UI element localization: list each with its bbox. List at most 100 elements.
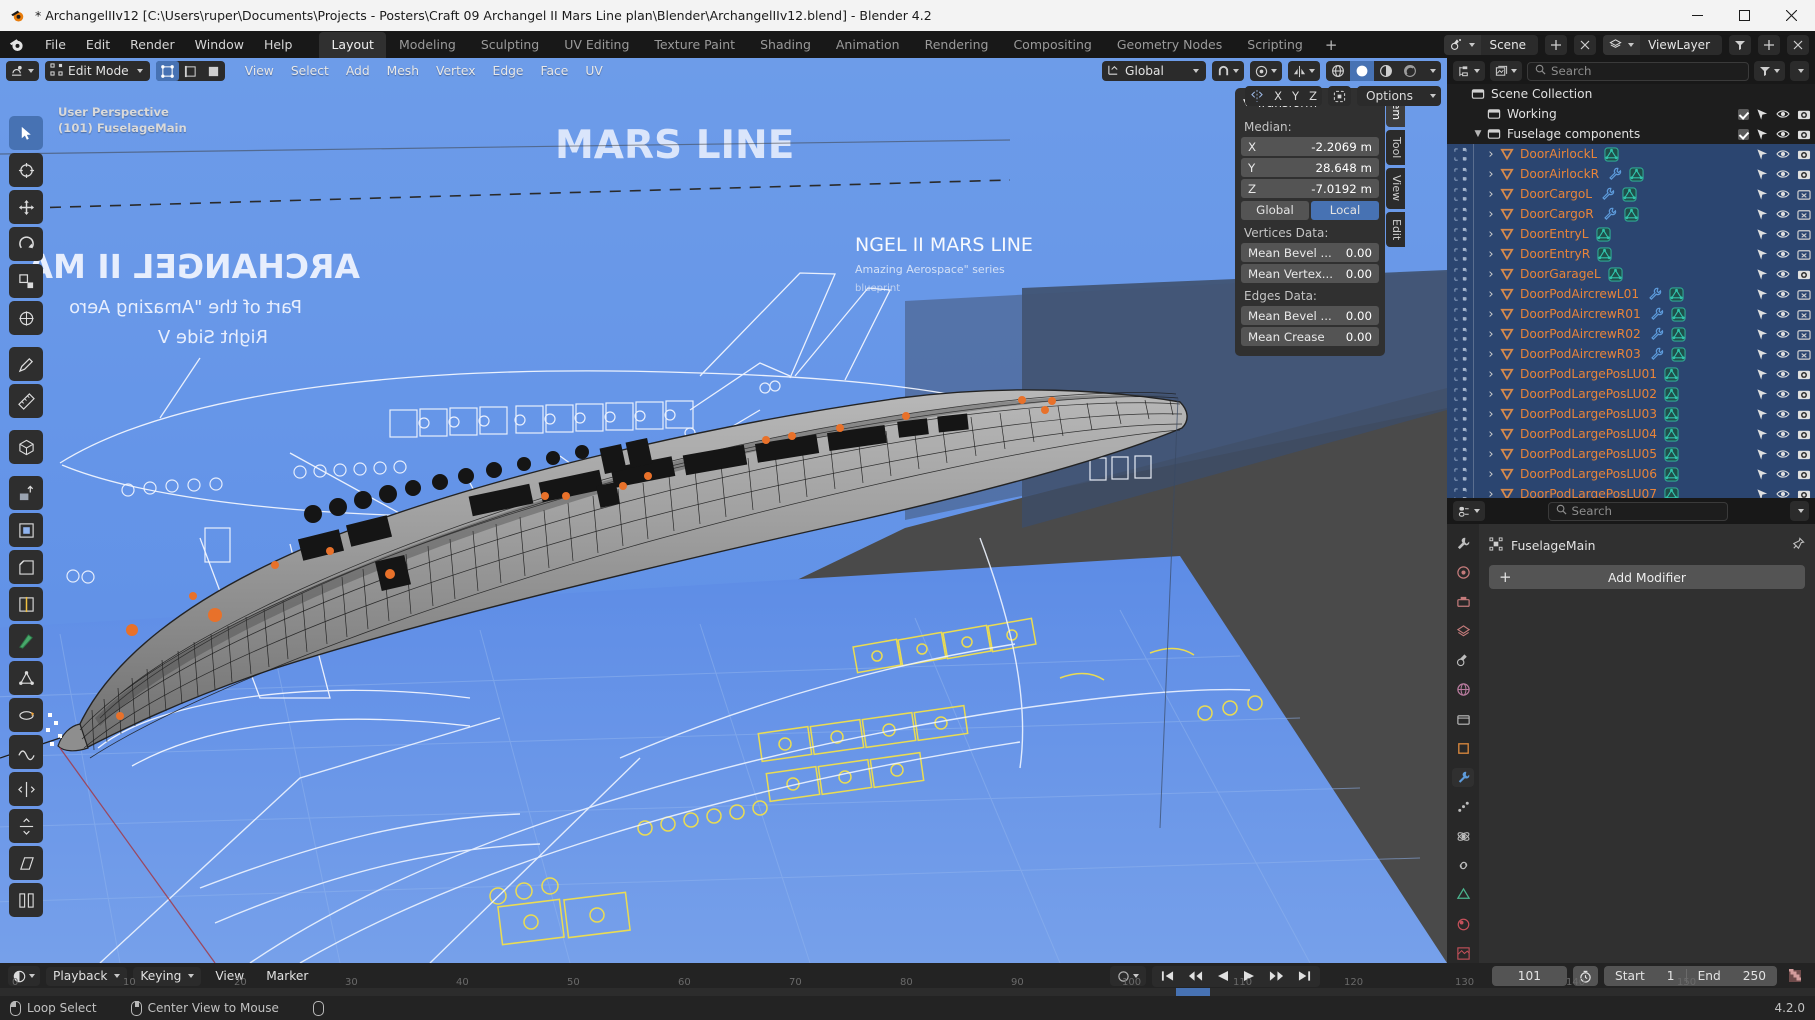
- collection-checkbox[interactable]: [1738, 108, 1749, 120]
- tab-tool-properties[interactable]: [1452, 534, 1474, 553]
- sidebar-tab-view[interactable]: View: [1386, 168, 1405, 209]
- editor-type-selector[interactable]: [6, 61, 39, 81]
- menu-render[interactable]: Render: [121, 34, 184, 55]
- timeline-menu-marker[interactable]: Marker: [258, 967, 316, 985]
- disclosure-collapsed-icon[interactable]: ›: [1484, 287, 1498, 302]
- restrict-viewport-eye-icon[interactable]: [1776, 168, 1790, 180]
- restrict-viewport-eye-icon[interactable]: [1776, 388, 1790, 400]
- disclosure-collapsed-icon[interactable]: ›: [1484, 187, 1498, 202]
- tool-loop-cut[interactable]: [9, 587, 43, 621]
- restrict-select-icon[interactable]: [1756, 328, 1769, 341]
- viewport-menu-add[interactable]: Add: [338, 61, 378, 81]
- tool-extrude-region[interactable]: [9, 476, 43, 510]
- timeline-ruler[interactable]: 0 10 20 30 40 50 60 70 80 90 100 110 120 130 140 150: [0, 977, 1815, 996]
- disclosure-collapsed-icon[interactable]: ›: [1484, 167, 1498, 182]
- outliner-filter-icon[interactable]: [1754, 61, 1785, 81]
- restrict-select-icon[interactable]: [1756, 428, 1769, 441]
- restrict-select-icon[interactable]: [1756, 188, 1769, 201]
- scene-selector[interactable]: Scene: [1444, 34, 1539, 55]
- keying-menu[interactable]: Keying: [133, 966, 202, 986]
- restrict-render-camera-icon[interactable]: [1797, 368, 1811, 381]
- snap-magnet-icon[interactable]: [1212, 61, 1244, 81]
- outliner-object-row[interactable]: › DoorEntryR: [1447, 244, 1815, 264]
- tool-poly-build[interactable]: [9, 661, 43, 695]
- vertex-select-mode-icon[interactable]: [155, 61, 179, 81]
- mesh-data-icon[interactable]: [1664, 466, 1679, 482]
- sidebar-tab-tool[interactable]: Tool: [1386, 130, 1405, 166]
- restrict-select-icon[interactable]: [1756, 168, 1769, 181]
- pin-id-icon[interactable]: [1791, 536, 1805, 554]
- disclosure-collapsed-icon[interactable]: ›: [1484, 387, 1498, 402]
- outliner-object-row[interactable]: › DoorAirlockR: [1447, 164, 1815, 184]
- properties-search-input[interactable]: Search: [1547, 501, 1728, 521]
- remove-viewlayer-button[interactable]: [1787, 34, 1809, 55]
- restrict-viewport-eye-icon[interactable]: [1776, 148, 1790, 160]
- workspace-tab-texture-paint[interactable]: Texture Paint: [642, 32, 747, 58]
- workspace-tab-rendering[interactable]: Rendering: [913, 32, 1001, 58]
- restrict-render-camera-icon[interactable]: [1797, 408, 1811, 421]
- tab-world-properties[interactable]: [1452, 680, 1474, 699]
- mode-selector[interactable]: Edit Mode: [45, 61, 150, 81]
- mean-crease-field[interactable]: Mean Crease 0.00: [1241, 327, 1379, 346]
- tool-select-box[interactable]: [9, 153, 43, 187]
- restrict-viewport-eye-icon[interactable]: [1776, 308, 1790, 320]
- shading-dropdown-icon[interactable]: [1422, 61, 1441, 81]
- restrict-select-icon[interactable]: [1756, 288, 1769, 301]
- modifier-icon[interactable]: [1650, 327, 1664, 341]
- workspace-tab-shading[interactable]: Shading: [748, 32, 823, 58]
- disclosure-collapsed-icon[interactable]: ›: [1484, 347, 1498, 362]
- viewport-menu-uv[interactable]: UV: [577, 61, 610, 81]
- tool-knife[interactable]: [9, 624, 43, 658]
- outliner-object-row[interactable]: › DoorEntryL: [1447, 224, 1815, 244]
- restrict-render-camera-disabled-icon[interactable]: [1797, 348, 1811, 361]
- restrict-viewport-eye-icon[interactable]: [1776, 468, 1790, 480]
- tool-edge-slide[interactable]: [9, 772, 43, 806]
- disclosure-collapsed-icon[interactable]: ›: [1484, 487, 1498, 499]
- mirror-icon[interactable]: [1288, 61, 1320, 81]
- mesh-select-mode-group[interactable]: [155, 61, 225, 81]
- restrict-viewport-eye-icon[interactable]: [1776, 428, 1790, 440]
- outliner-object-row[interactable]: › DoorCargoL: [1447, 184, 1815, 204]
- restrict-render-camera-disabled-icon[interactable]: [1797, 208, 1811, 221]
- restrict-render-camera-icon[interactable]: [1797, 108, 1811, 121]
- workspace-tab-sculpting[interactable]: Sculpting: [469, 32, 551, 58]
- restrict-viewport-eye-icon[interactable]: [1776, 348, 1790, 360]
- modifier-icon[interactable]: [1603, 207, 1617, 221]
- tool-annotate[interactable]: [9, 347, 43, 381]
- tool-transform[interactable]: [9, 301, 43, 335]
- restrict-viewport-eye-icon[interactable]: [1776, 288, 1790, 300]
- restrict-select-icon[interactable]: [1756, 108, 1769, 121]
- viewlayer-selector[interactable]: ViewLayer: [1603, 34, 1722, 55]
- restrict-select-icon[interactable]: [1756, 248, 1769, 261]
- viewport-menu-edge[interactable]: Edge: [485, 61, 532, 81]
- restrict-render-camera-icon[interactable]: [1797, 168, 1811, 181]
- outliner-options-chevron-icon[interactable]: [1790, 61, 1809, 81]
- disclosure-collapsed-icon[interactable]: ›: [1484, 247, 1498, 262]
- disclosure-collapsed-icon[interactable]: ›: [1484, 467, 1498, 482]
- restrict-render-camera-icon[interactable]: [1797, 148, 1811, 161]
- outliner-object-row[interactable]: › DoorPodAircrewR02: [1447, 324, 1815, 344]
- outliner-object-row[interactable]: › DoorAirlockL: [1447, 144, 1815, 164]
- viewport-menu-view[interactable]: View: [237, 61, 282, 81]
- viewport-options-dropdown[interactable]: Options: [1356, 86, 1441, 106]
- disclosure-collapsed-icon[interactable]: ›: [1484, 227, 1498, 242]
- modifier-icon[interactable]: [1608, 167, 1622, 181]
- tool-shrink-fatten[interactable]: [9, 809, 43, 843]
- new-viewlayer-button[interactable]: [1758, 34, 1780, 55]
- outliner-object-row[interactable]: › DoorPodLargePosLU04: [1447, 424, 1815, 444]
- outliner-search-input[interactable]: Search: [1527, 61, 1749, 81]
- options-label[interactable]: Options: [1357, 86, 1422, 106]
- outliner-object-row[interactable]: › DoorPodLargePosLU03: [1447, 404, 1815, 424]
- tab-collection-properties[interactable]: [1452, 710, 1474, 729]
- restrict-select-icon[interactable]: [1756, 148, 1769, 161]
- viewport-menu-select[interactable]: Select: [283, 61, 337, 81]
- restrict-select-icon[interactable]: [1756, 308, 1769, 321]
- disclosure-expanded-icon[interactable]: ▼: [1471, 129, 1485, 139]
- disclosure-collapsed-icon[interactable]: ›: [1484, 147, 1498, 162]
- restrict-viewport-eye-icon[interactable]: [1776, 108, 1790, 120]
- workspace-tab-layout[interactable]: Layout: [319, 31, 386, 58]
- restrict-select-icon[interactable]: [1756, 388, 1769, 401]
- workspace-tab-scripting[interactable]: Scripting: [1235, 32, 1315, 58]
- face-select-mode-icon[interactable]: [202, 61, 225, 81]
- filter-viewlayer-icon[interactable]: [1729, 34, 1751, 55]
